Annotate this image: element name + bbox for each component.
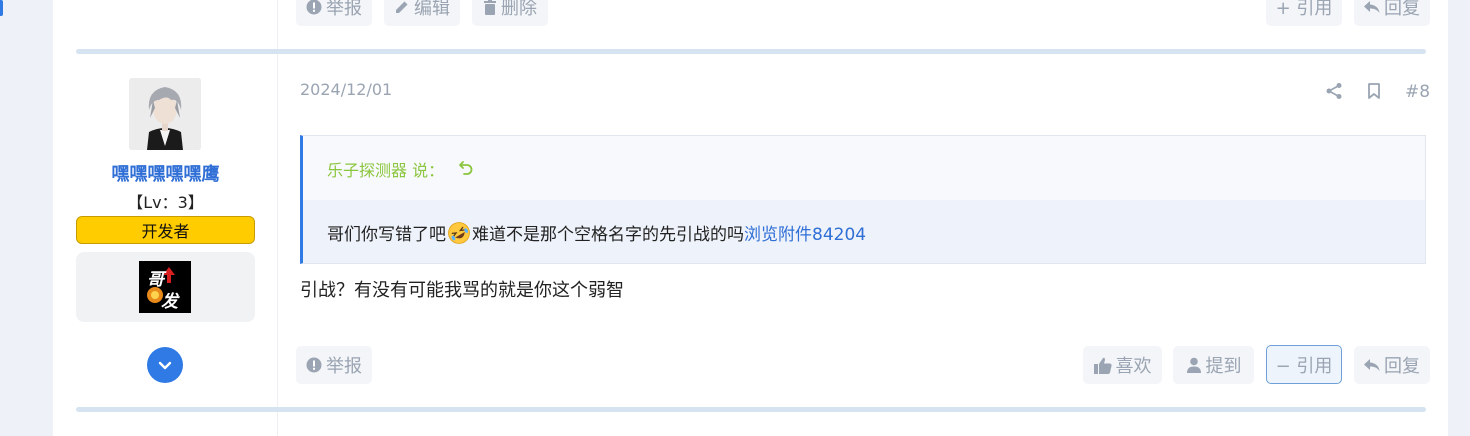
trash-icon bbox=[483, 0, 497, 15]
medal-image[interactable]: 哥 发 bbox=[139, 261, 191, 313]
report-label: 举报 bbox=[326, 356, 362, 377]
mention-label: 提到 bbox=[1205, 356, 1242, 377]
delete-button[interactable]: 删除 bbox=[472, 0, 548, 26]
edit-label: 编辑 bbox=[414, 0, 450, 19]
quote-header: 乐子探测器 说： bbox=[327, 157, 474, 181]
avatar[interactable] bbox=[129, 78, 201, 150]
quote-label: + 引用 bbox=[1275, 0, 1333, 19]
expand-user-info-button[interactable] bbox=[147, 347, 183, 383]
quote-label: − 引用 bbox=[1275, 355, 1333, 377]
like-button[interactable]: 喜欢 bbox=[1083, 346, 1162, 384]
rolling-on-floor-laughing-emoji bbox=[447, 221, 471, 245]
quote-text-before: 哥们你写错了吧 bbox=[327, 225, 446, 245]
side-scroll-indicator bbox=[0, 0, 3, 16]
attachment-link[interactable]: 浏览附件84204 bbox=[744, 220, 866, 245]
delete-label: 删除 bbox=[501, 0, 537, 19]
mention-button[interactable]: 提到 bbox=[1173, 346, 1254, 384]
like-label: 喜欢 bbox=[1115, 356, 1152, 377]
chevron-down-icon bbox=[158, 356, 172, 375]
report-button[interactable]: 举报 bbox=[296, 0, 372, 26]
bookmark-icon[interactable] bbox=[1366, 82, 1382, 104]
quote-author[interactable]: 乐子探测器 说： bbox=[327, 157, 444, 181]
quote-text-after: 难道不是那个空格名字的先引战的吗 bbox=[472, 225, 744, 245]
quote-text: 哥们你写错了吧 难道不是那个空格名字的先引战的吗 浏览附件84204 bbox=[327, 220, 866, 245]
post-body: 引战？有没有可能我骂的就是你这个弱智 bbox=[300, 280, 624, 301]
reply-button[interactable]: 回复 bbox=[1354, 0, 1430, 26]
edit-button[interactable]: 编辑 bbox=[384, 0, 460, 26]
thumbs-up-icon bbox=[1093, 357, 1112, 374]
quote-block: 乐子探测器 说： 哥们你写错了吧 难道不是那个空格名字的先引战的吗 浏览附件84… bbox=[300, 135, 1426, 264]
username[interactable]: 嘿嘿嘿嘿嘿鹰 bbox=[76, 160, 255, 186]
reply-label: 回复 bbox=[1384, 0, 1420, 19]
user-icon bbox=[1186, 357, 1202, 373]
post-number[interactable]: #8 bbox=[1405, 82, 1430, 102]
quote-body: 哥们你写错了吧 难道不是那个空格名字的先引战的吗 浏览附件84204 bbox=[303, 200, 1425, 263]
reply-icon bbox=[1364, 358, 1380, 372]
medal-container: 哥 发 bbox=[76, 252, 255, 322]
post-date: 2024/12/01 bbox=[300, 80, 393, 99]
reply-button[interactable]: 回复 bbox=[1354, 346, 1430, 384]
report-icon bbox=[306, 0, 322, 15]
user-column-divider bbox=[277, 0, 278, 436]
post-separator bbox=[76, 407, 1426, 412]
go-to-quoted-icon[interactable] bbox=[458, 159, 474, 179]
thread-page: 举报 编辑 删除 + 引用 回复 嘿嘿嘿嘿嘿鹰 【Lv：3】 开发者 哥 发 2… bbox=[53, 0, 1448, 436]
share-icon[interactable] bbox=[1325, 82, 1343, 104]
developer-badge: 开发者 bbox=[76, 216, 255, 244]
user-level: 【Lv：3】 bbox=[127, 193, 204, 212]
report-button[interactable]: 举报 bbox=[296, 346, 372, 384]
reply-label: 回复 bbox=[1384, 356, 1420, 377]
medal-char-2: 发 bbox=[161, 292, 180, 312]
quote-button[interactable]: + 引用 bbox=[1266, 0, 1342, 26]
pencil-icon bbox=[394, 0, 410, 15]
reply-icon bbox=[1364, 0, 1380, 14]
report-label: 举报 bbox=[326, 0, 362, 19]
quote-button[interactable]: − 引用 bbox=[1266, 345, 1342, 384]
report-icon bbox=[306, 357, 322, 373]
post-separator bbox=[76, 49, 1426, 54]
